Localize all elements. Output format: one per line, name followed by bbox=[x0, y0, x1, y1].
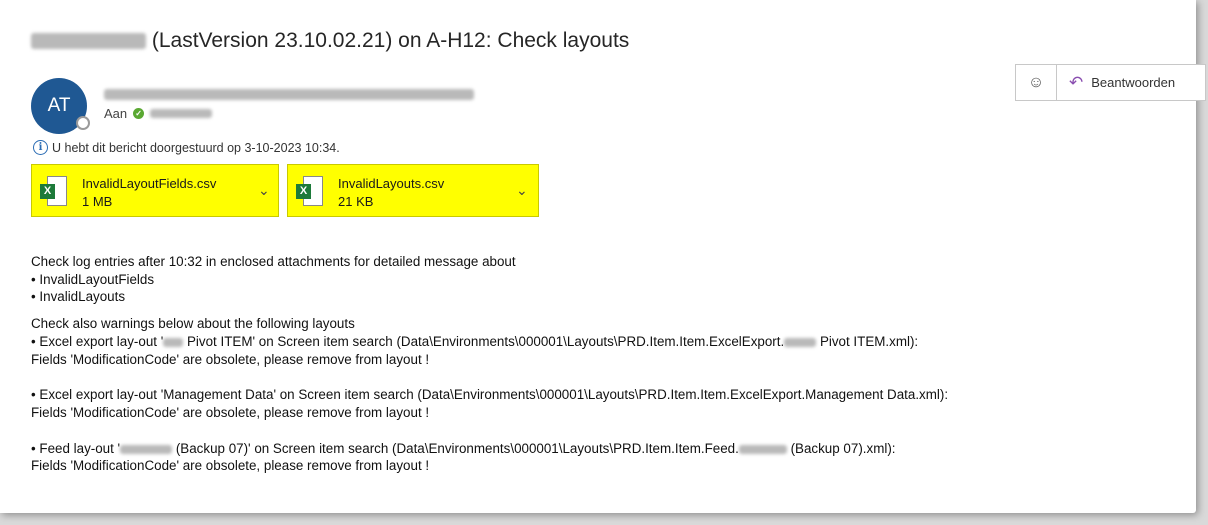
warning-2-fields: Fields 'ModificationCode' are obsolete, … bbox=[31, 404, 430, 420]
redacted-sender bbox=[104, 89, 474, 101]
email-subject: (LastVersion 23.10.02.21) on A-H12: Chec… bbox=[31, 29, 629, 53]
warning-3-fields: Fields 'ModificationCode' are obsolete, … bbox=[31, 458, 430, 474]
bullet-item: • InvalidLayoutFields bbox=[31, 271, 155, 287]
verified-check-icon: ✓ bbox=[133, 108, 145, 119]
chevron-down-icon[interactable]: ⌄ bbox=[516, 182, 528, 199]
to-label: Aan bbox=[104, 106, 128, 121]
message-actions: ☺ ↶ Beantwoorden bbox=[1015, 64, 1206, 101]
attachment-size: 1 MB bbox=[82, 194, 113, 209]
bullet-item: • InvalidLayouts bbox=[31, 289, 126, 305]
redacted-app-name bbox=[31, 33, 146, 50]
warning-2: • Excel export lay-out 'Management Data'… bbox=[31, 387, 949, 403]
reply-button[interactable]: ↶ Beantwoorden bbox=[1057, 73, 1175, 93]
attachment-size: 21 KB bbox=[338, 194, 374, 209]
attachment-invalidlayouts[interactable]: X InvalidLayouts.csv 21 KB ⌄ bbox=[287, 164, 539, 217]
warning-1: • Excel export lay-out ' Pivot ITEM' on … bbox=[31, 333, 919, 349]
warning-1-fields: Fields 'ModificationCode' are obsolete, … bbox=[31, 351, 430, 367]
redacted-recipient[interactable] bbox=[150, 109, 213, 118]
attachment-name: InvalidLayouts.csv bbox=[338, 176, 445, 191]
attachment-name: InvalidLayoutFields.csv bbox=[82, 176, 217, 191]
sender-name[interactable] bbox=[104, 86, 474, 104]
warning-3: • Feed lay-out ' (Backup 07)' on Screen … bbox=[31, 440, 896, 456]
body-intro: Check log entries after 10:32 in enclose… bbox=[31, 254, 516, 269]
email-reading-pane: (LastVersion 23.10.02.21) on A-H12: Chec… bbox=[0, 0, 1206, 513]
info-icon: i bbox=[33, 140, 48, 155]
excel-file-icon: X bbox=[40, 176, 68, 206]
chevron-down-icon[interactable]: ⌄ bbox=[258, 182, 270, 199]
reply-arrow-icon: ↶ bbox=[1069, 72, 1084, 92]
reply-label: Beantwoorden bbox=[1091, 75, 1176, 90]
react-emoji-icon[interactable]: ☺ bbox=[1016, 65, 1057, 100]
presence-status-icon bbox=[76, 116, 90, 130]
excel-file-icon: X bbox=[296, 176, 324, 206]
warnings-intro: Check also warnings below about the foll… bbox=[31, 316, 355, 332]
attachment-invalidlayoutfields[interactable]: X InvalidLayoutFields.csv 1 MB ⌄ bbox=[31, 164, 279, 217]
forward-notice: i U hebt dit bericht doorgestuurd op 3-1… bbox=[33, 140, 340, 155]
forward-notice-text: U hebt dit bericht doorgestuurd op 3-10-… bbox=[52, 140, 340, 155]
message-body: Check log entries after 10:32 in enclose… bbox=[31, 253, 948, 475]
recipient-row: Aan ✓ bbox=[104, 106, 213, 121]
